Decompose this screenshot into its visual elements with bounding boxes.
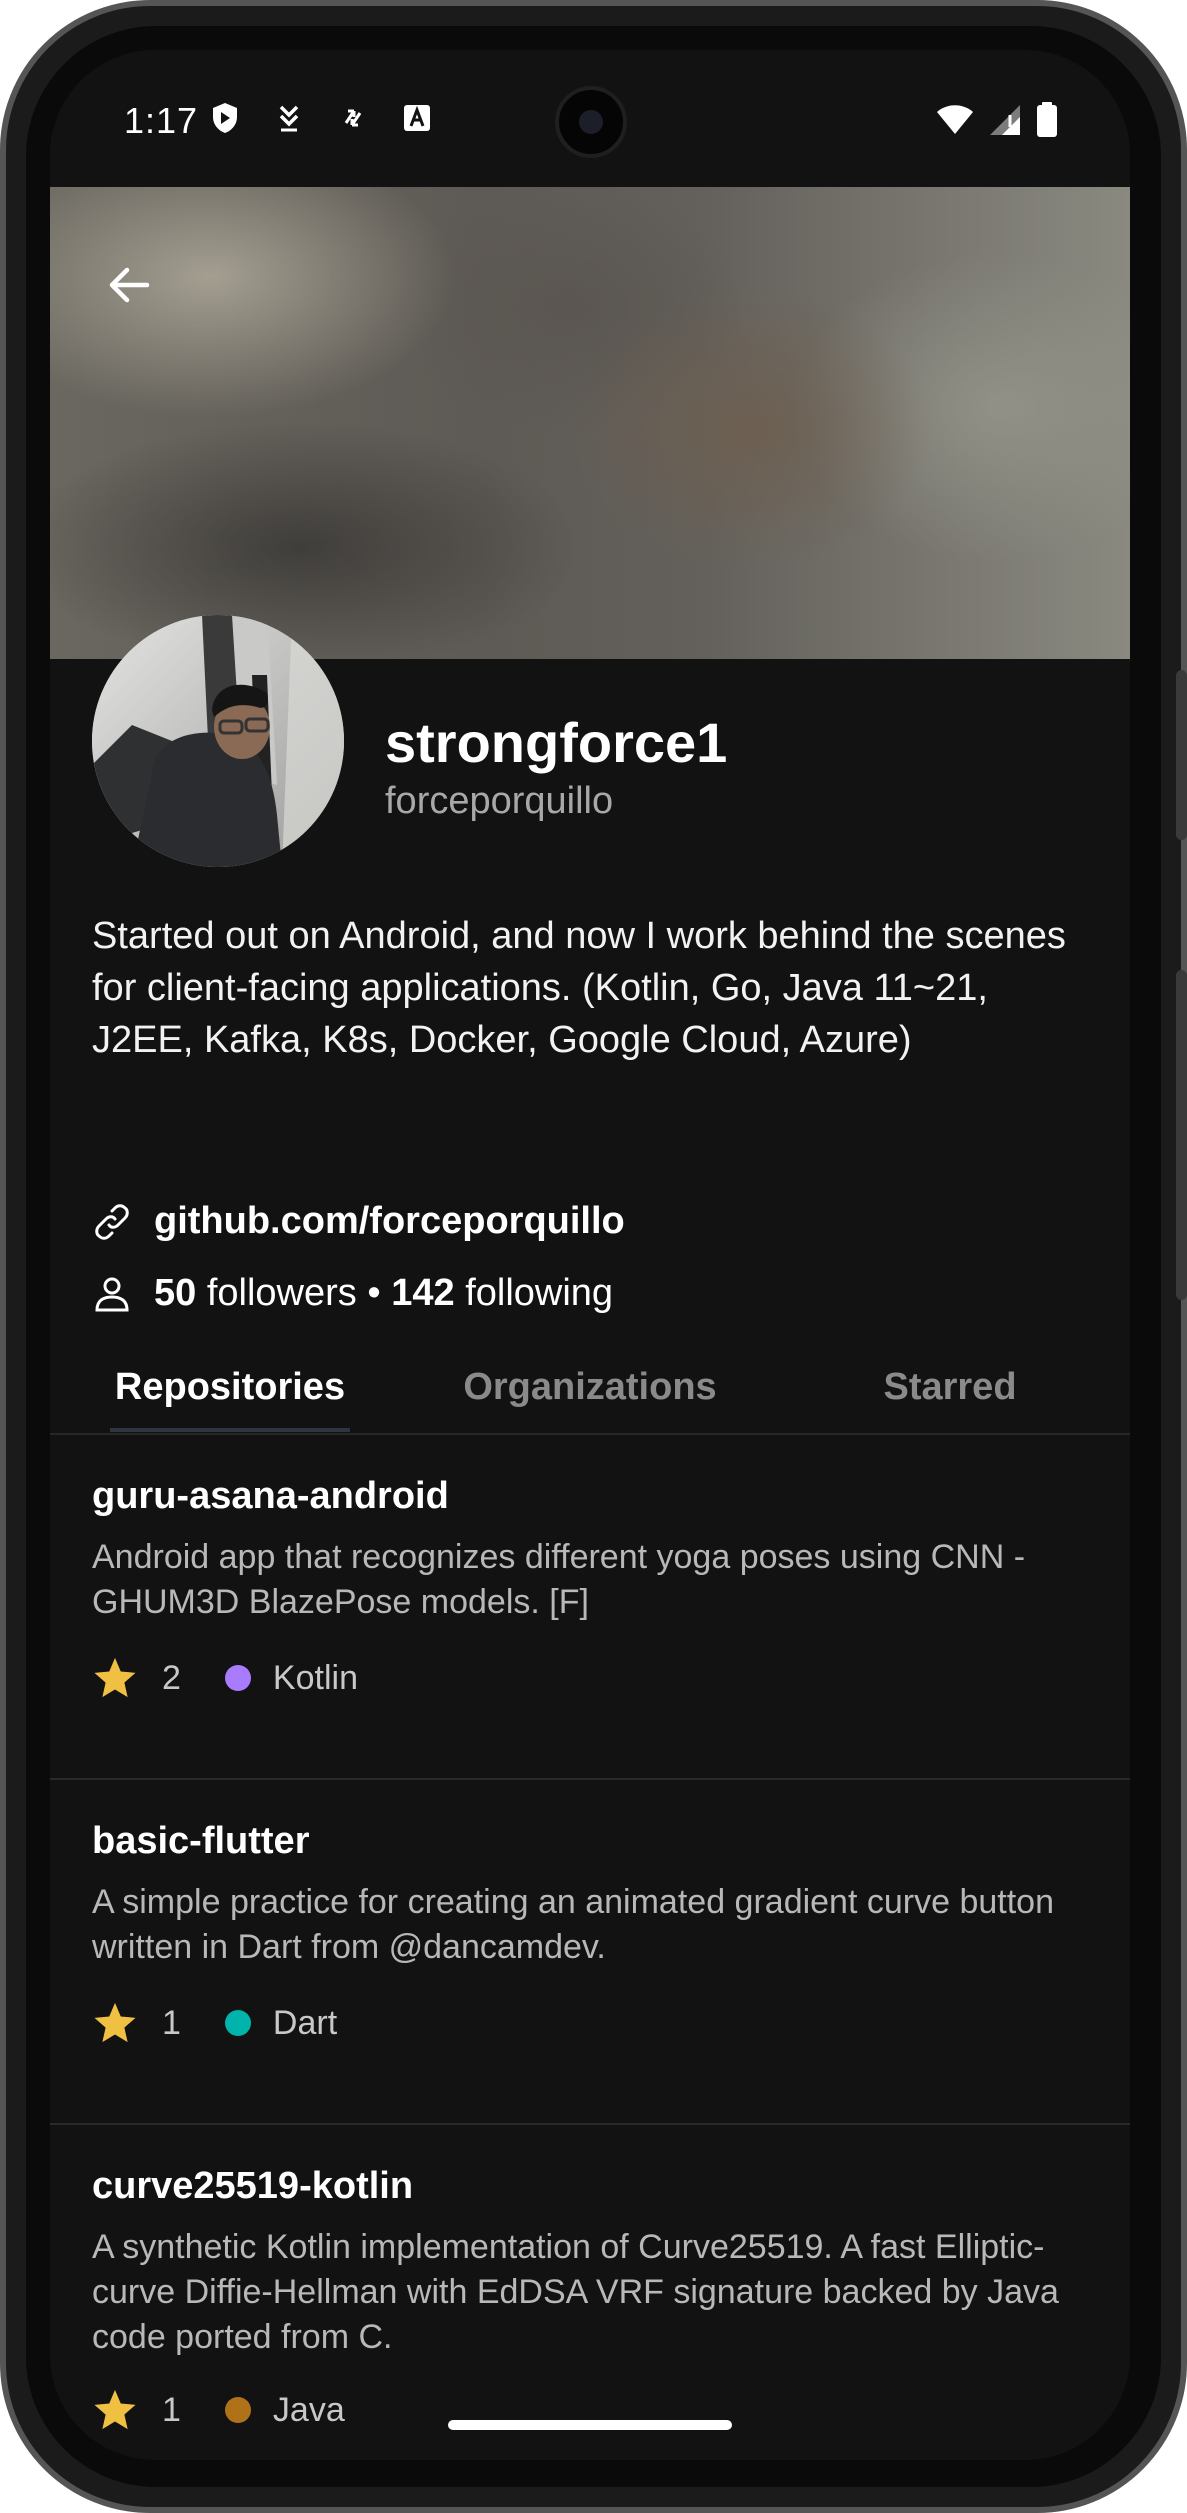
star-icon [94,2389,136,2430]
active-tab-indicator [110,1428,350,1432]
profile-cover-image [50,187,1130,659]
tab-repositories[interactable]: Repositories [90,1340,370,1435]
repo-language: Java [272,2390,345,2429]
follow-stats-row[interactable]: 50 followers • 142 following [92,1272,613,1315]
display-name: strongforce1 [385,711,728,774]
tab-organizations[interactable]: Organizations [440,1340,740,1435]
repo-language: Kotlin [272,1658,358,1697]
following-label: following [465,1272,614,1314]
status-time: 1:17 [124,100,199,141]
arrow-back-icon [109,267,150,303]
repo-meta: 1 Dart [92,2000,337,2046]
status-system-icons [936,102,1058,143]
profile-link-row[interactable]: github.com/forceporquillo [92,1200,625,1243]
battery-icon [1036,102,1058,143]
tab-starred[interactable]: Starred [810,1340,1090,1435]
followers-label: followers [206,1272,357,1314]
repo-item[interactable]: curve25519-kotlin A synthetic Kotlin imp… [50,2125,1130,2460]
signal-icon [988,103,1022,142]
sync-icon [338,102,368,134]
profile-tabs: Repositories Organizations Starred [50,1340,1130,1435]
volume-button [1176,970,1187,1300]
profile-bio: Started out on Android, and now I work b… [92,915,1066,1061]
stats-separator: • [367,1272,381,1314]
back-button[interactable] [94,250,164,320]
profile-link[interactable]: github.com/forceporquillo [154,1200,625,1243]
repo-stars: 1 [162,2003,181,2042]
person-icon [92,1274,132,1314]
download-icon [274,102,304,134]
repo-description: A synthetic Kotlin implementation of Cur… [92,2228,1059,2356]
repo-item[interactable]: guru-asana-android Android app that reco… [50,1435,1130,1780]
repo-description: Android app that recognizes different yo… [92,1538,1026,1621]
app-screen: 1:17 strongforce1 forceporquillo Started… [50,50,1130,2460]
followers-count: 50 [154,1272,197,1314]
gesture-navigation-bar[interactable] [448,2420,732,2430]
avatar [92,615,344,867]
front-camera [555,86,627,158]
language-dot [224,1665,251,1691]
status-notification-icons [210,102,432,134]
repo-name: curve25519-kotlin [92,2165,414,2207]
power-button [1176,670,1187,840]
username: forceporquillo [385,780,614,822]
repo-language: Dart [272,2003,338,2042]
repo-stars: 2 [162,1658,181,1697]
wifi-icon [936,104,974,141]
following-count: 142 [391,1272,455,1314]
repo-name: guru-asana-android [92,1475,449,1517]
link-icon [92,1202,132,1242]
star-icon [94,2002,136,2043]
repo-meta: 1 Java [92,2387,345,2433]
repo-item[interactable]: basic-flutter A simple practice for crea… [50,1780,1130,2125]
language-dot [224,2010,251,2036]
shield-icon [210,102,240,134]
star-icon [94,1657,136,1698]
repo-meta: 2 Kotlin [92,1655,358,1701]
language-dot [224,2397,251,2423]
repo-name: basic-flutter [92,1820,310,1862]
font-icon [402,102,432,134]
repo-description: A simple practice for creating an animat… [92,1883,1054,1966]
repo-stars: 1 [162,2390,181,2429]
